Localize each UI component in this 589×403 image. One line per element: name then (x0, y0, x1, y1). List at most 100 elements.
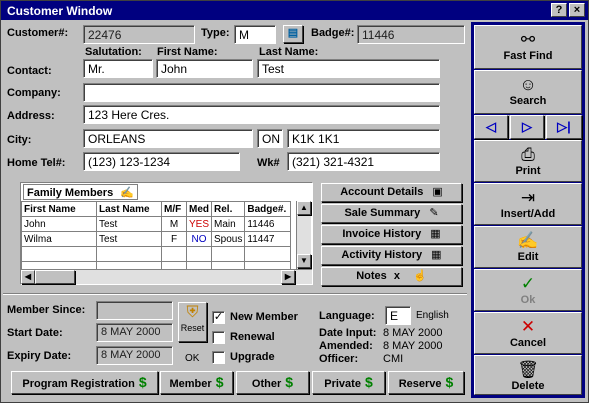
horizontal-scrollbar[interactable]: ◀ ▶ (21, 269, 312, 284)
upgrade-label: Upgrade (230, 351, 275, 363)
folder-icon: ▣ (432, 186, 443, 198)
work-tel-field[interactable]: (321) 321-4321 (287, 152, 440, 171)
vertical-scrollbar[interactable]: ▲ ▼ (296, 201, 311, 269)
close-button[interactable]: × (569, 3, 585, 17)
reserve-button[interactable]: Reserve $ (388, 371, 464, 394)
first-name-field[interactable]: John (156, 59, 253, 78)
cell-last-name: Test (96, 231, 162, 247)
program-registration-label: Program Registration (22, 378, 135, 390)
check-icon: ✓ (520, 274, 536, 293)
col-gender[interactable]: M/F (161, 201, 187, 217)
language-field[interactable]: E (385, 306, 411, 325)
receipt-icon: ✎ (429, 207, 439, 219)
start-date-field[interactable]: 8 MAY 2000 (96, 323, 173, 342)
cell-first-name: John (21, 216, 97, 232)
title-bar: Customer Window (1, 1, 588, 20)
search-label: Search (509, 95, 547, 107)
upgrade-checkbox[interactable] (212, 351, 225, 364)
dollar-icon: $ (364, 374, 373, 390)
reset-shield-icon: ⛨ (186, 304, 199, 321)
badge-field[interactable]: 11446 (357, 25, 465, 44)
member-label: Member (169, 378, 212, 390)
nav-last-icon[interactable]: ▷| (546, 115, 582, 139)
table-row[interactable]: John Test M YES Main 11446 (21, 216, 292, 232)
cell-badge: 11447 (244, 231, 292, 247)
reset-button[interactable]: ⛨ Reset (178, 302, 207, 342)
nav-prev-icon[interactable]: ◁ (474, 115, 508, 139)
col-first-name[interactable]: First Name (21, 201, 97, 217)
cell-medical: YES (185, 216, 213, 232)
renewal-checkbox[interactable] (212, 331, 225, 344)
col-relation[interactable]: Rel. (211, 201, 246, 217)
delete-button[interactable]: 🗑 Delete (474, 355, 582, 395)
col-badge[interactable]: Badge#. (244, 201, 292, 217)
dollar-icon: $ (138, 374, 147, 390)
dollar-icon: $ (445, 374, 454, 390)
scroll-down-icon[interactable]: ▼ (297, 254, 311, 268)
cancel-label: Cancel (509, 337, 547, 349)
customer-number-field[interactable]: 22476 (83, 25, 195, 44)
account-details-button[interactable]: Account Details ▣ (321, 183, 462, 202)
member-since-field[interactable] (96, 301, 173, 320)
amended-value: 8 MAY 2000 (383, 340, 443, 352)
postal-code-field[interactable]: K1K 1K1 (287, 129, 440, 148)
officer-value: CMI (383, 353, 404, 365)
edit-hand-icon[interactable]: ✍ (120, 187, 134, 199)
col-medical[interactable]: Med (185, 201, 213, 217)
new-member-checkbox[interactable]: ✓ (212, 311, 225, 324)
scroll-right-icon[interactable]: ▶ (281, 270, 295, 284)
other-button[interactable]: Other $ (236, 371, 309, 394)
expiry-date-field[interactable]: 8 MAY 2000 (96, 346, 173, 365)
company-label: Company: (7, 87, 61, 99)
cell-relation: Main (211, 216, 246, 232)
amended-label: Amended: (319, 340, 373, 352)
scroll-thumb[interactable] (35, 270, 75, 284)
search-button[interactable]: ☺ Search (474, 70, 582, 114)
table-row[interactable] (21, 246, 292, 262)
help-button[interactable]: ? (551, 3, 567, 17)
dollar-icon: $ (215, 374, 224, 390)
invoice-icon: ▦ (430, 228, 441, 240)
customer-label: Customer#: (7, 27, 69, 39)
sale-summary-button[interactable]: Sale Summary ✎ (321, 204, 462, 223)
member-button[interactable]: Member $ (160, 371, 233, 394)
nav-next-icon[interactable]: ▷ (510, 115, 544, 139)
table-row[interactable]: Wilma Test F NO Spous 11447 (21, 231, 292, 247)
city-field[interactable]: ORLEANS (83, 129, 253, 148)
salutation-field[interactable]: Mr. (83, 59, 153, 78)
col-last-name[interactable]: Last Name (96, 201, 162, 217)
scroll-left-icon[interactable]: ◀ (21, 270, 35, 284)
last-name-field[interactable]: Test (257, 59, 440, 78)
type-lookup-icon[interactable]: ▤ (283, 25, 303, 43)
notes-button[interactable]: Notes x ☝ (321, 267, 462, 286)
reserve-label: Reserve (398, 378, 442, 390)
cell-badge: 11446 (244, 216, 292, 232)
scroll-up-icon[interactable]: ▲ (297, 201, 311, 215)
company-field[interactable] (83, 83, 440, 102)
province-field[interactable]: ON (257, 129, 283, 148)
edit-button[interactable]: ✍ Edit (474, 226, 582, 268)
delete-label: Delete (511, 380, 545, 392)
ok-button[interactable]: ✓ Ok (474, 269, 582, 311)
address-field[interactable]: 123 Here Cres. (83, 105, 440, 124)
cancel-button[interactable]: ✕ Cancel (474, 312, 582, 354)
type-field[interactable]: M (234, 25, 276, 44)
city-label: City: (7, 134, 32, 146)
invoice-history-label: Invoice History (342, 228, 422, 240)
insert-add-button[interactable]: ⇥ Insert/Add (474, 183, 582, 225)
fast-find-button[interactable]: ⚯ Fast Find (474, 25, 582, 69)
family-members-title: Family Members (27, 187, 114, 199)
edit-label: Edit (517, 251, 539, 263)
home-tel-field[interactable]: (123) 123-1234 (83, 152, 240, 171)
account-details-label: Account Details (340, 186, 424, 198)
print-button[interactable]: ⎙ Print (474, 140, 582, 182)
renewal-label: Renewal (230, 331, 275, 343)
program-registration-button[interactable]: Program Registration $ (11, 371, 158, 394)
private-button[interactable]: Private $ (312, 371, 385, 394)
ok-label: OK (185, 353, 200, 364)
expiry-date-label: Expiry Date: (7, 350, 72, 362)
family-members-grid: Family Members ✍ First Name Last Name M/… (20, 182, 313, 285)
activity-history-button[interactable]: Activity History ▦ (321, 246, 462, 265)
start-date-label: Start Date: (7, 327, 63, 339)
invoice-history-button[interactable]: Invoice History ▦ (321, 225, 462, 244)
